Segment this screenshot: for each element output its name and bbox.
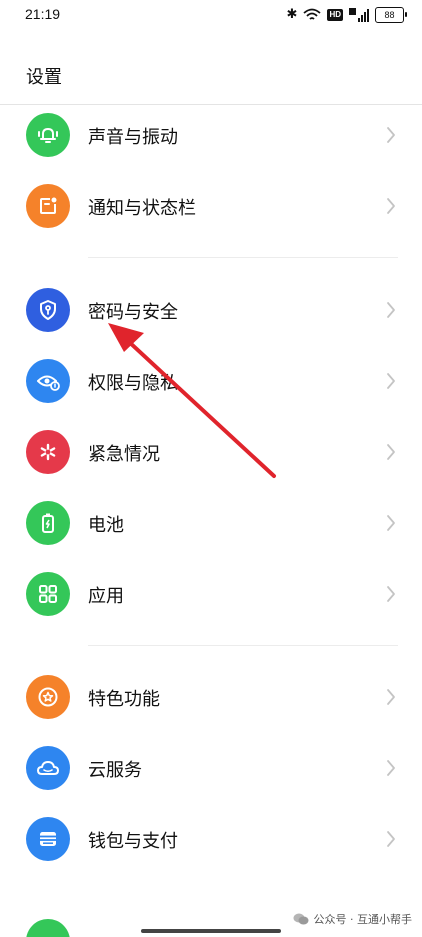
settings-item-partial-icon [26,919,70,937]
chevron-right-icon [387,127,395,143]
emergency-asterisk-icon [26,430,70,474]
settings-item-apps[interactable]: 应用 [0,559,422,630]
wallet-icon [26,817,70,861]
settings-screen: 21:19 ✱ HD 88 设置 声音与振动 通知与状态栏 密码与安全 权限与隐… [0,0,422,937]
watermark: 公众号 · 互通小帮手 [293,911,413,927]
shield-key-icon [26,288,70,332]
status-time: 21:19 [25,6,61,22]
chevron-right-icon [387,831,395,847]
chevron-right-icon [387,689,395,705]
settings-item-label: 应用 [88,586,124,607]
settings-item-battery[interactable]: 电池 [0,488,422,559]
star-badge-icon [26,675,70,719]
settings-item-label: 电池 [88,515,124,536]
settings-item-label: 声音与振动 [88,127,178,148]
home-indicator[interactable] [141,929,281,933]
settings-item-label: 紧急情况 [88,444,160,465]
battery-icon [26,501,70,545]
settings-item-cloud[interactable]: 云服务 [0,733,422,804]
watermark-text: 公众号 · 互通小帮手 [313,913,413,926]
wechat-icon [293,913,308,925]
settings-item-notifications[interactable]: 通知与状态栏 [0,171,422,242]
settings-item-label: 权限与隐私 [88,373,178,394]
battery-status-icon: 88 [375,7,407,23]
hd-icon: HD [327,9,343,21]
battery-level: 88 [384,10,395,20]
apps-grid-icon [26,572,70,616]
settings-item-label: 钱包与支付 [88,831,178,852]
chevron-right-icon [387,760,395,776]
chevron-right-icon [387,444,395,460]
settings-item-label: 云服务 [88,760,142,781]
chevron-right-icon [387,302,395,318]
settings-item-label: 特色功能 [88,689,160,710]
wifi-icon [303,8,322,20]
bell-vibrate-icon [26,113,70,157]
settings-item-emergency[interactable]: 紧急情况 [0,417,422,488]
section-divider [88,257,398,258]
notification-icon [26,184,70,228]
cloud-icon [26,746,70,790]
chevron-right-icon [387,515,395,531]
settings-item-password-security[interactable]: 密码与安全 [0,275,422,346]
chevron-right-icon [387,198,395,214]
settings-item-features[interactable]: 特色功能 [0,662,422,733]
settings-item-label: 密码与安全 [88,302,178,323]
status-bar: 21:19 ✱ HD 88 [0,0,422,30]
settings-item-label: 通知与状态栏 [88,198,196,219]
status-icons: ✱ HD 88 [286,6,407,24]
section-divider [88,645,398,646]
chevron-right-icon [387,586,395,602]
chevron-right-icon [387,373,395,389]
settings-item-sound[interactable]: 声音与振动 [0,100,422,171]
settings-item-wallet[interactable]: 钱包与支付 [0,804,422,875]
page-title: 设置 [26,67,62,88]
settings-item-permissions-privacy[interactable]: 权限与隐私 [0,346,422,417]
signal-icon [349,8,369,22]
bluetooth-icon: ✱ [286,7,298,22]
eye-privacy-icon [26,359,70,403]
